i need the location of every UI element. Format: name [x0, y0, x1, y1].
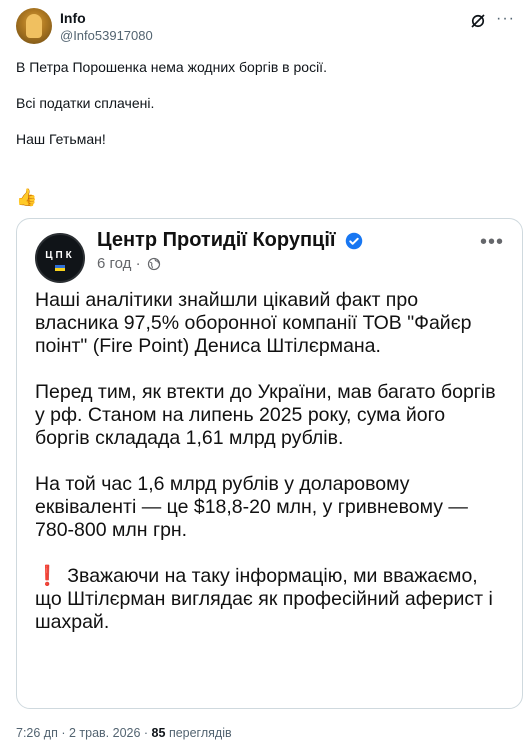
- views-count: 85: [151, 726, 166, 740]
- author-name[interactable]: Info: [60, 10, 86, 26]
- ukraine-flag-icon: [55, 265, 65, 271]
- post-paragraph: Всі податки сплачені.: [16, 95, 155, 111]
- separator-dot: ·: [135, 255, 141, 272]
- page-name-row: Центр Протидії Корупції: [97, 229, 363, 252]
- page-more-icon: •••: [479, 231, 504, 253]
- page-name: Центр Протидії Корупції: [97, 229, 336, 251]
- post-time-row: 6 год ·: [97, 255, 161, 272]
- quoted-text: Наші аналітики знайшли цікавий факт про …: [35, 289, 505, 657]
- post-header: Info @Info53917080 ···: [16, 8, 515, 48]
- post-time: 6 год: [97, 255, 132, 272]
- quoted-paragraph-text: Зважаючи на таку інформацію, ми вважаємо…: [35, 565, 493, 633]
- quoted-paragraph: ❗ Зважаючи на таку інформацію, ми вважаєм…: [35, 565, 505, 634]
- buddha-figure: [26, 14, 42, 38]
- quoted-paragraph: Наші аналітики знайшли цікавий факт про …: [35, 289, 472, 357]
- quoted-paragraph: Перед тим, як втекти до України, мав баг…: [35, 381, 496, 449]
- post-text: В Петра Порошенка нема жодних боргів в р…: [16, 58, 506, 166]
- post-meta: 7:26 дп · 2 трав. 2026 · 85 переглядів: [16, 726, 232, 740]
- author-avatar[interactable]: [16, 8, 52, 44]
- grok-icon[interactable]: [469, 12, 487, 30]
- more-options-icon[interactable]: ···: [496, 10, 515, 28]
- exclamation-icon: ❗: [35, 565, 60, 587]
- post-paragraph: В Петра Порошенка нема жодних боргів в р…: [16, 59, 327, 75]
- quoted-post-image[interactable]: ЦПК Центр Протидії Корупції 6 год · ••• …: [16, 218, 523, 709]
- verified-badge-icon: [345, 232, 363, 249]
- page-logo: ЦПК: [35, 233, 85, 283]
- author-handle[interactable]: @Info53917080: [60, 28, 153, 43]
- thumbs-up-emoji: 👍: [16, 188, 38, 207]
- post-paragraph: Наш Гетьман!: [16, 131, 106, 147]
- globe-icon: [147, 257, 160, 271]
- logo-text: ЦПК: [45, 250, 75, 261]
- post-timestamp[interactable]: 7:26 дп · 2 трав. 2026 ·: [16, 726, 148, 740]
- views-label: переглядів: [168, 726, 232, 740]
- quoted-paragraph: На той час 1,6 млрд рублів у доларовому …: [35, 473, 468, 541]
